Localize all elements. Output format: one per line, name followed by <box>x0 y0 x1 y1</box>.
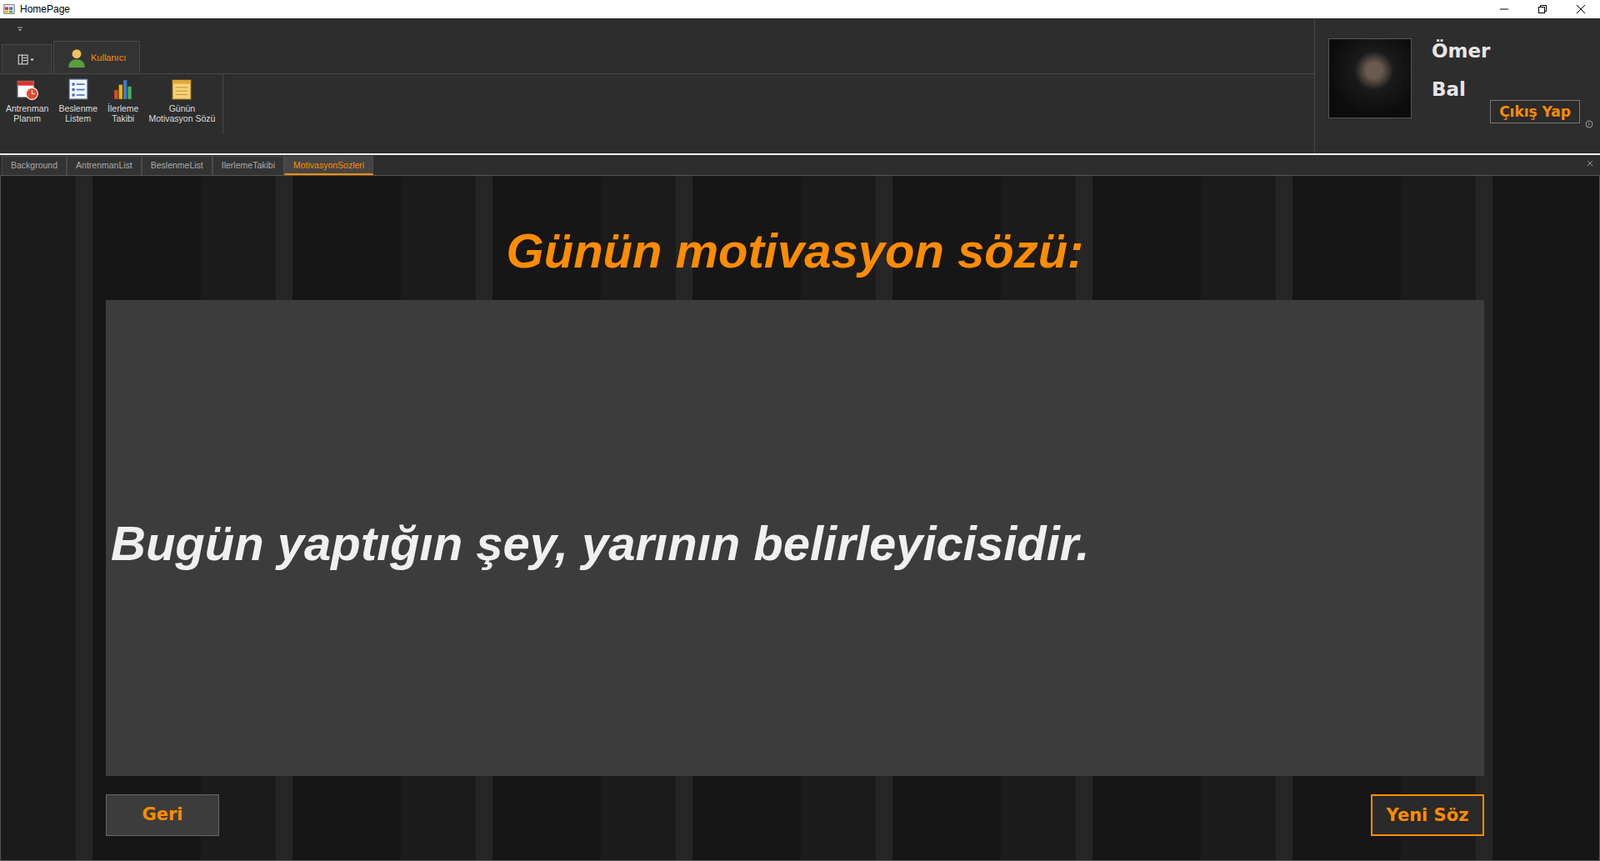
bar-chart-icon <box>111 77 135 101</box>
motivation-page: Günün motivasyon sözü: Bugün yaptığın şe… <box>0 175 1600 861</box>
ribbon-header: Kullanıcı AntrenmanPlanım BeslenmeListem… <box>0 18 1600 154</box>
ribbon-button[interactable]: İlerlemeTakibi <box>103 77 143 135</box>
quick-access-toolbar <box>0 18 1315 40</box>
first-name: Ömer <box>1431 40 1490 62</box>
ribbon-button[interactable]: AntrenmanPlanım <box>1 77 53 135</box>
document-tab[interactable]: BeslenmeList <box>141 155 213 175</box>
home-page-window: HomePage Kullanıcı AntrenmanPlanım Besle… <box>0 0 1600 861</box>
customize-arrow-icon[interactable] <box>16 25 24 33</box>
back-button[interactable]: Geri <box>105 794 220 836</box>
last-name: Bal <box>1431 78 1490 100</box>
new-quote-button[interactable]: Yeni Söz <box>1370 794 1485 836</box>
ribbon-button[interactable]: GününMotivasyon Sözü <box>144 77 220 135</box>
collapse-icon[interactable] <box>1585 120 1594 129</box>
close-icon <box>1576 5 1585 14</box>
user-icon <box>65 46 88 69</box>
menu-icon <box>17 54 36 65</box>
notepad-icon <box>170 77 194 101</box>
user-panel: Ömer Bal Çıkış Yap <box>1314 18 1600 154</box>
close-tab-icon[interactable] <box>1586 160 1594 167</box>
document-tab[interactable]: IlerlemeTakibi <box>212 155 285 175</box>
calendar-clock-icon <box>15 77 40 101</box>
list-icon <box>66 77 90 101</box>
document-tab-bar: BackgroundAntrenmanListBeslenmeListIlerl… <box>0 153 1600 175</box>
quote-panel: Bugün yaptığın şey, yarının belirleyicis… <box>105 300 1485 776</box>
window-title: HomePage <box>20 3 1485 15</box>
restore-icon <box>1538 5 1547 14</box>
ribbon-tab-bar: Kullanıcı <box>0 40 1315 75</box>
ribbon: Kullanıcı AntrenmanPlanım BeslenmeListem… <box>0 18 1315 154</box>
ribbon-tab[interactable]: Kullanıcı <box>53 40 140 74</box>
document-tab[interactable]: MotivasyonSozleri <box>284 155 374 175</box>
ribbon-group: AntrenmanPlanım BeslenmeListem İlerlemeT… <box>0 74 224 135</box>
document-tab[interactable]: Background <box>1 155 67 175</box>
quote-text: Bugün yaptığın şey, yarının belirleyicis… <box>110 505 1090 571</box>
application-menu-button[interactable] <box>1 44 52 74</box>
user-avatar <box>1328 38 1412 119</box>
restore-button[interactable] <box>1523 0 1562 19</box>
title-bar: HomePage <box>0 0 1600 19</box>
minimize-button[interactable] <box>1485 0 1524 19</box>
logout-button[interactable]: Çıkış Yap <box>1490 100 1580 124</box>
minimize-icon <box>1500 5 1509 14</box>
app-icon <box>3 3 15 15</box>
close-button[interactable] <box>1561 0 1600 19</box>
ribbon-panel: AntrenmanPlanım BeslenmeListem İlerlemeT… <box>0 74 1315 135</box>
document-tab[interactable]: AntrenmanList <box>66 155 142 175</box>
ribbon-button[interactable]: BeslenmeListem <box>54 77 102 135</box>
page-heading: Günün motivasyon sözü: <box>506 197 1085 279</box>
